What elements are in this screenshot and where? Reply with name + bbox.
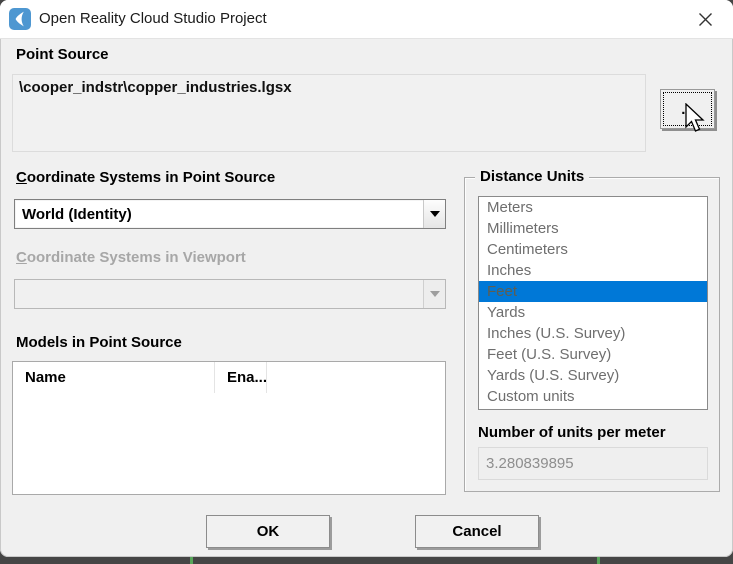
unit-option[interactable]: Millimeters [479, 218, 707, 239]
models-label: Models in Point Source [16, 334, 182, 351]
close-icon [698, 12, 713, 27]
unit-option-selected[interactable]: Feet [479, 281, 707, 302]
dropdown-button[interactable] [423, 200, 445, 228]
column-header-enabled[interactable]: Ena... [215, 362, 267, 393]
unit-option[interactable]: Inches (U.S. Survey) [479, 323, 707, 344]
coord-systems-viewport-label: Coordinate Systems in Viewport [16, 249, 246, 266]
models-list[interactable]: Name Ena... [12, 361, 446, 495]
point-source-path: \cooper_indstr\copper_industries.lgsx [19, 79, 292, 96]
units-per-meter-value: 3.280839895 [486, 455, 574, 472]
point-source-label: Point Source [16, 46, 109, 63]
viewport-coord-system-dropdown [14, 279, 446, 309]
unit-option[interactable]: Custom units [479, 386, 707, 407]
unit-option[interactable]: Yards (U.S. Survey) [479, 365, 707, 386]
unit-option[interactable]: Yards [479, 302, 707, 323]
unit-option[interactable]: Centimeters [479, 239, 707, 260]
distance-units-label: Distance Units [475, 168, 589, 185]
ok-button[interactable]: OK [206, 515, 330, 548]
unit-option[interactable]: Feet (U.S. Survey) [479, 344, 707, 365]
coord-system-dropdown[interactable]: World (Identity) [14, 199, 446, 229]
models-list-header: Name Ena... [13, 362, 445, 393]
app-logo-icon [9, 8, 31, 30]
dialog-title: Open Reality Cloud Studio Project [39, 10, 267, 27]
ok-button-label: OK [257, 523, 280, 540]
chevron-down-icon [430, 211, 440, 217]
dropdown-button-disabled [423, 280, 445, 308]
cancel-button-label: Cancel [452, 523, 501, 540]
titlebar: Open Reality Cloud Studio Project [0, 0, 733, 39]
close-button[interactable] [685, 2, 725, 36]
coord-system-selected-value: World (Identity) [15, 206, 423, 223]
cancel-button[interactable]: Cancel [415, 515, 539, 548]
point-source-path-box[interactable]: \cooper_indstr\copper_industries.lgsx [12, 74, 646, 152]
unit-option[interactable]: Meters [479, 197, 707, 218]
mouse-cursor [684, 103, 708, 137]
chevron-down-icon [430, 291, 440, 297]
units-per-meter-label: Number of units per meter [478, 424, 666, 441]
coord-systems-point-source-label: Coordinate Systems in Point Source [16, 169, 275, 186]
open-project-dialog: Open Reality Cloud Studio Project Point … [0, 0, 733, 557]
column-header-name[interactable]: Name [13, 362, 215, 393]
unit-option[interactable]: Inches [479, 260, 707, 281]
units-per-meter-value-box: 3.280839895 [478, 447, 708, 480]
distance-units-list[interactable]: MetersMillimetersCentimetersInchesFeetYa… [478, 196, 708, 410]
